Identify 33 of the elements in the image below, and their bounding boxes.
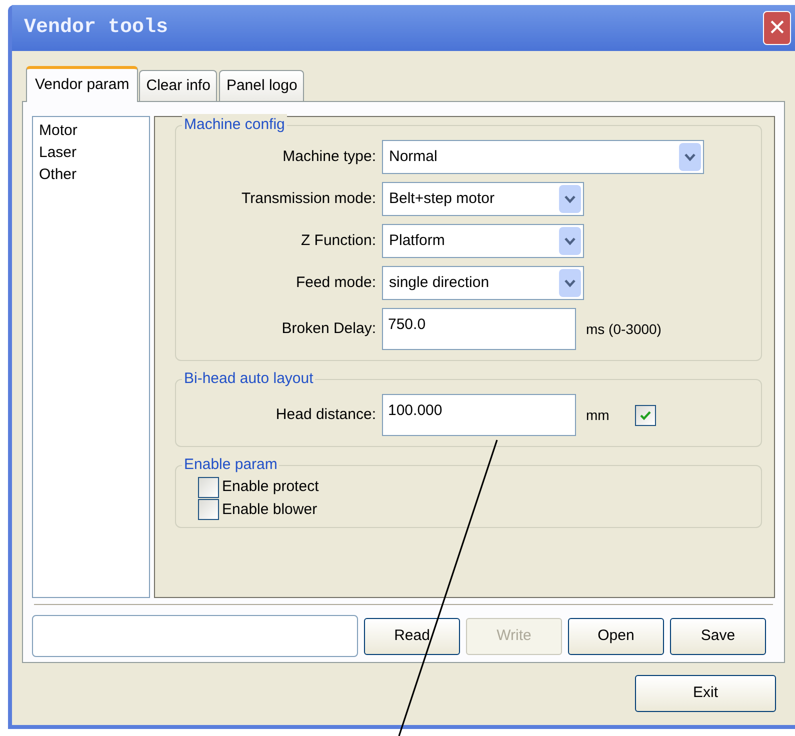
- field-label: Z Function:: [300, 230, 376, 251]
- tab[interactable]: Panel logo: [219, 70, 304, 101]
- exit-button[interactable]: Exit: [635, 675, 776, 712]
- checkbox[interactable]: [635, 404, 656, 426]
- dropdown[interactable]: Belt+step motor: [382, 182, 584, 216]
- action-button[interactable]: Open: [568, 618, 664, 654]
- checkbox[interactable]: [198, 476, 219, 498]
- check-icon: [639, 408, 652, 422]
- sidebar-item[interactable]: Other: [39, 164, 143, 186]
- unit-label: mm: [586, 406, 610, 424]
- input-field[interactable]: 100.000: [382, 394, 576, 436]
- sidebar-item[interactable]: Motor: [39, 120, 143, 142]
- field-label: Transmission mode:: [240, 188, 376, 209]
- field-label: Machine type:: [282, 146, 376, 167]
- action-button[interactable]: Save: [670, 618, 766, 654]
- window-title: Vendor tools: [24, 15, 168, 41]
- tab[interactable]: Vendor param: [26, 66, 138, 102]
- checkbox-label: Enable protect: [222, 477, 319, 497]
- dropdown[interactable]: Normal: [382, 140, 704, 174]
- input-field[interactable]: 750.0: [382, 308, 576, 350]
- field-label: Feed mode:: [294, 272, 376, 293]
- message-field[interactable]: [32, 615, 358, 657]
- unit-label: ms (0-3000): [586, 320, 662, 339]
- checkbox[interactable]: [198, 499, 219, 520]
- field-label: Head distance:: [274, 404, 376, 425]
- field-label: Broken Delay:: [280, 318, 376, 339]
- close-button[interactable]: ✕: [763, 11, 791, 45]
- dropdown[interactable]: Platform: [382, 224, 584, 258]
- dropdown[interactable]: single direction: [382, 266, 584, 300]
- checkbox-label: Enable blower: [222, 500, 318, 520]
- tab[interactable]: Clear info: [139, 70, 218, 101]
- sidebar-item[interactable]: Laser: [39, 142, 143, 164]
- action-button[interactable]: Read: [364, 618, 460, 654]
